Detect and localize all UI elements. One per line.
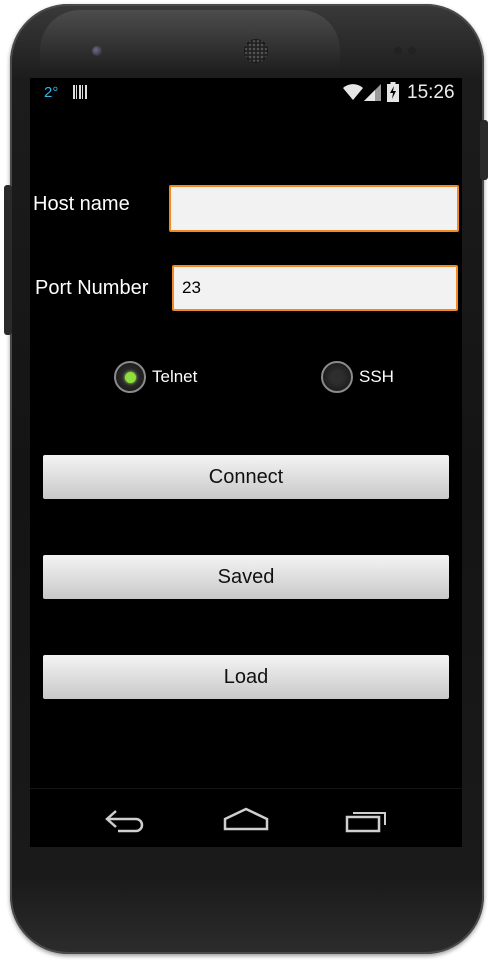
wifi-icon bbox=[342, 83, 364, 106]
navigation-bar bbox=[30, 788, 462, 847]
power-button bbox=[480, 120, 488, 180]
port-number-input[interactable] bbox=[172, 265, 458, 311]
front-camera bbox=[92, 46, 102, 56]
load-button[interactable]: Load bbox=[43, 655, 449, 699]
host-name-label: Host name bbox=[33, 193, 130, 215]
battery-charging-icon bbox=[387, 82, 399, 107]
radio-button-unselected[interactable] bbox=[321, 361, 353, 393]
radio-button-selected[interactable] bbox=[114, 361, 146, 393]
telnet-radio[interactable]: Telnet bbox=[114, 361, 197, 393]
signal-icon bbox=[364, 84, 382, 106]
radio-unselected-dot bbox=[331, 371, 343, 383]
telnet-label: Telnet bbox=[152, 367, 198, 386]
barcode-icon bbox=[73, 85, 88, 99]
screen: 2° 15:26 Host name Port Number 23 Telnet… bbox=[30, 78, 462, 847]
light-sensor bbox=[408, 47, 416, 55]
phone-shine bbox=[40, 10, 340, 70]
connect-button[interactable]: Connect bbox=[43, 455, 449, 499]
port-number-label: Port Number bbox=[35, 277, 149, 299]
ssh-radio[interactable]: SSH bbox=[321, 361, 394, 393]
earpiece-speaker bbox=[244, 39, 268, 63]
recent-apps-icon[interactable] bbox=[345, 807, 389, 838]
proximity-sensor bbox=[394, 47, 402, 55]
host-name-input[interactable] bbox=[169, 185, 459, 232]
clock: 15:26 bbox=[407, 82, 455, 103]
ssh-label: SSH bbox=[359, 367, 394, 386]
volume-button bbox=[4, 185, 12, 335]
temperature-indicator: 2° bbox=[44, 84, 59, 101]
home-icon[interactable] bbox=[223, 807, 269, 838]
radio-selected-dot bbox=[124, 371, 136, 383]
saved-button[interactable]: Saved bbox=[43, 555, 449, 599]
status-bar: 2° 15:26 bbox=[30, 78, 462, 106]
back-icon[interactable] bbox=[104, 807, 148, 838]
